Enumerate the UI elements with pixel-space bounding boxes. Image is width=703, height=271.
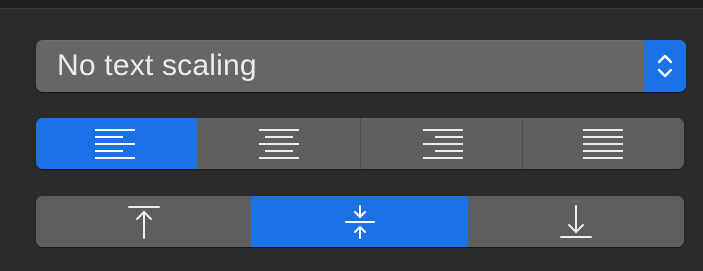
align-center-icon: [257, 127, 301, 161]
align-center-button[interactable]: [197, 118, 360, 169]
align-justify-icon: [581, 127, 625, 161]
align-right-button[interactable]: [359, 118, 522, 169]
align-right-icon: [419, 127, 464, 161]
align-bottom-icon: [558, 204, 594, 240]
panel-top-divider: [0, 0, 703, 9]
align-left-button[interactable]: [36, 118, 198, 169]
align-bottom-button[interactable]: [467, 196, 684, 247]
align-top-icon: [126, 204, 162, 240]
text-scaling-popup[interactable]: No text scaling: [36, 40, 686, 92]
align-middle-button[interactable]: [251, 196, 468, 247]
align-top-button[interactable]: [36, 196, 252, 247]
vertical-alignment-control: [36, 196, 684, 247]
horizontal-alignment-control: [36, 118, 684, 169]
text-scaling-value: No text scaling: [57, 49, 257, 82]
align-middle-icon: [342, 204, 378, 240]
align-left-icon: [94, 127, 139, 161]
align-justify-button[interactable]: [521, 118, 684, 169]
chevron-up-down-icon[interactable]: [644, 40, 686, 92]
